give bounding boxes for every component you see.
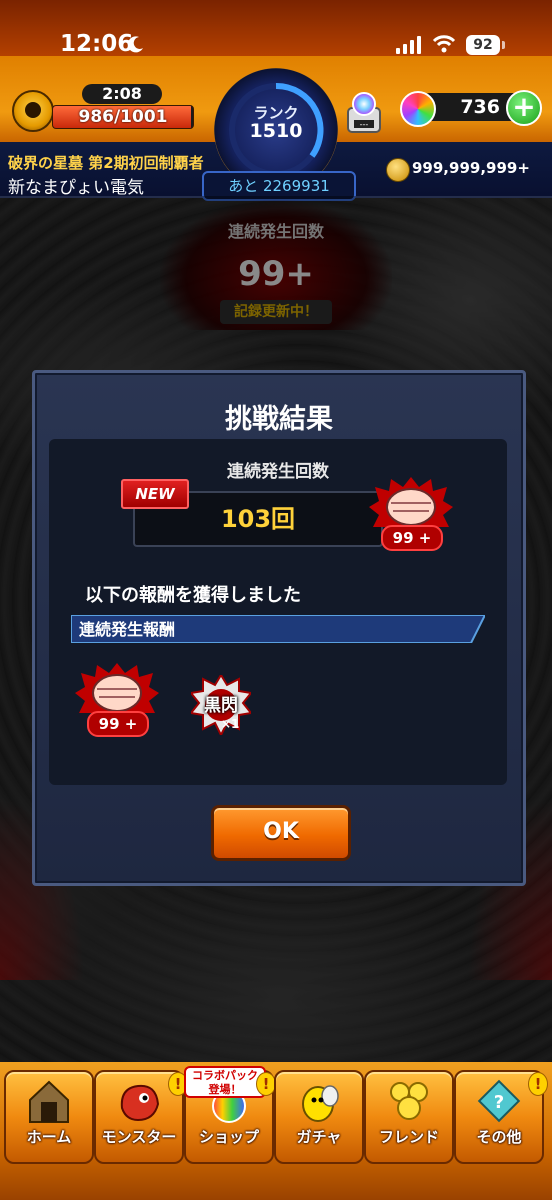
nav-home-label: ホーム bbox=[26, 1128, 72, 1146]
coin-count: 999,999,999+ bbox=[412, 159, 530, 177]
svg-text:?: ? bbox=[494, 1092, 504, 1113]
shop-alert-badge: ! bbox=[256, 1072, 276, 1096]
home-icon bbox=[29, 1080, 69, 1123]
player-title: 破界の星墓 第2期初回制覇者 bbox=[8, 154, 204, 172]
ok-label: OK bbox=[263, 819, 299, 844]
ok-button[interactable]: OK bbox=[211, 805, 351, 861]
signal-icon bbox=[396, 36, 421, 54]
add-orb-button[interactable]: + bbox=[506, 90, 542, 126]
gacha-icon bbox=[302, 1085, 339, 1122]
nav-home[interactable]: ホーム bbox=[4, 1070, 94, 1164]
new-badge: NEW bbox=[121, 479, 189, 509]
nav-friend[interactable]: フレンド bbox=[364, 1070, 454, 1164]
stamina-icon-core bbox=[25, 102, 41, 118]
luck-stone-label: --- bbox=[360, 120, 369, 129]
result-dialog: 挑戦結果 連続発生回数 103回 NEW 99 + 以下の報酬を獲得しました 連… bbox=[32, 370, 526, 886]
rank-value: 1510 bbox=[249, 120, 303, 142]
other-alert-badge: ! bbox=[528, 1072, 548, 1096]
coin-icon bbox=[386, 158, 410, 182]
friend-icon bbox=[390, 1082, 428, 1120]
wifi-icon bbox=[432, 35, 456, 53]
orb-icon bbox=[400, 91, 436, 127]
nav-other-label: その他 bbox=[476, 1128, 522, 1146]
reward-fist-item[interactable]: 99 + bbox=[75, 661, 159, 741]
kurouchi-quantity: ×1 bbox=[221, 717, 240, 731]
stamina-icon[interactable] bbox=[12, 90, 54, 132]
fist-count: 99 + bbox=[381, 525, 443, 551]
luck-stone-icon[interactable]: --- bbox=[344, 90, 384, 134]
other-icon: ? bbox=[477, 1079, 521, 1123]
monster-icon bbox=[120, 1084, 160, 1122]
battery-tip bbox=[502, 41, 505, 49]
battery-indicator: 92 bbox=[466, 35, 500, 55]
nav-gacha-label: ガチャ bbox=[296, 1128, 342, 1146]
dialog-title: 挑戦結果 bbox=[225, 404, 333, 435]
stamina-timer: 2:08 bbox=[82, 84, 162, 104]
status-time: 12:06 bbox=[60, 31, 134, 57]
player-name: 新なまぴょい電気 bbox=[8, 178, 144, 198]
dialog-content: 連続発生回数 103回 NEW 99 + 以下の報酬を獲得しました 連続発生報酬… bbox=[49, 439, 507, 785]
reward-category-label: 連続発生報酬 bbox=[79, 620, 176, 639]
stamina-bar: 986/1001 bbox=[52, 105, 194, 129]
nav-friend-label: フレンド bbox=[378, 1128, 439, 1146]
reward-heading: 以下の報酬を獲得しました bbox=[85, 585, 301, 606]
collab-pack-text: コラボパック 登場！ bbox=[192, 1069, 258, 1096]
nav-monster-label: モンスター bbox=[101, 1128, 177, 1146]
kurouchi-label: 黒閃 bbox=[204, 696, 238, 716]
stamina-panel[interactable]: 986/1001 2:08 bbox=[52, 84, 194, 129]
reward-fist-count: 99 + bbox=[87, 711, 149, 737]
nav-shop-label: ショップ bbox=[198, 1128, 259, 1146]
nav-gacha[interactable]: ガチャ bbox=[274, 1070, 364, 1164]
collab-pack-badge: コラボパック 登場！ bbox=[184, 1066, 266, 1098]
moon-icon bbox=[127, 36, 143, 53]
stamina-value: 986/1001 bbox=[78, 107, 168, 127]
streak-fist-item: 99 + bbox=[369, 475, 453, 555]
orb-count: 736 bbox=[460, 96, 500, 118]
